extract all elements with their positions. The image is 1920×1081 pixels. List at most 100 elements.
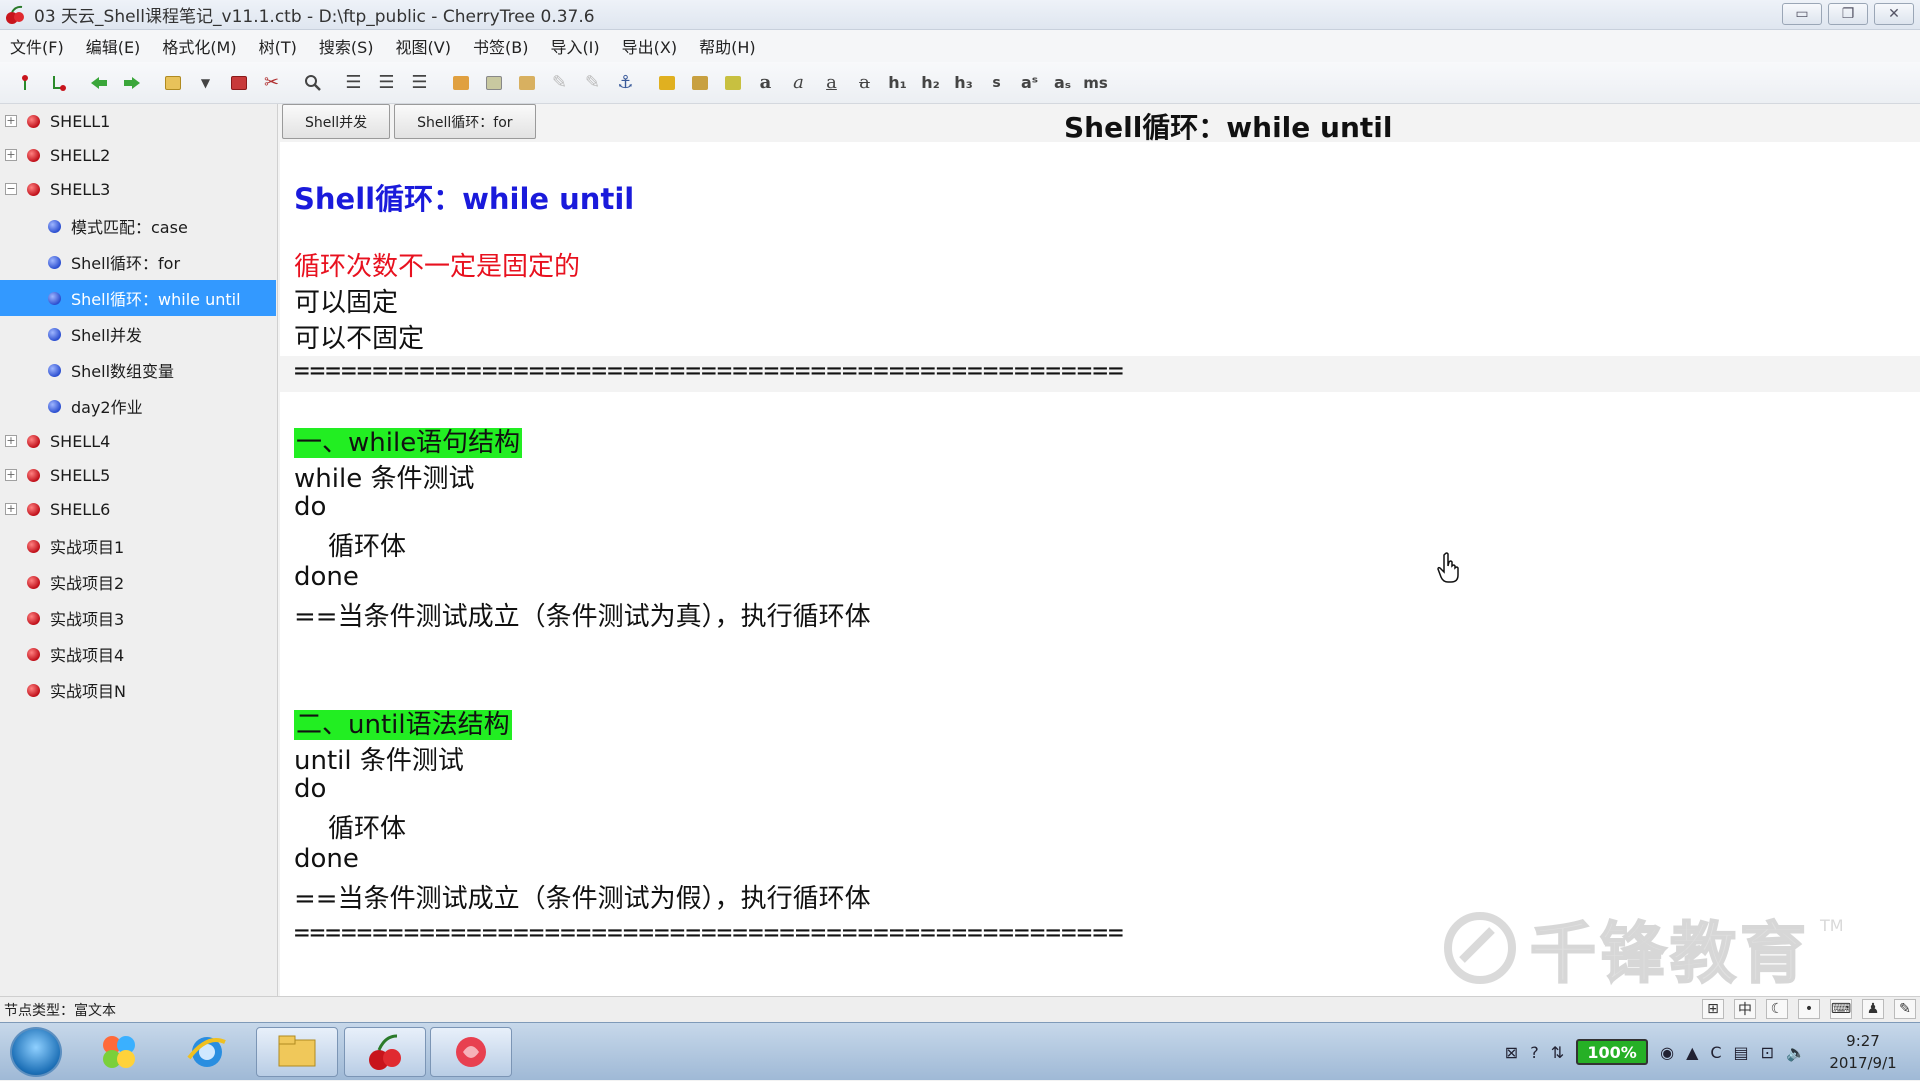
open-folder-icon[interactable]	[156, 67, 189, 99]
strikethrough-icon[interactable]: a	[848, 67, 881, 99]
tree-node-while-until[interactable]: Shell循环：while until	[0, 280, 276, 316]
expander[interactable]: −	[5, 183, 17, 195]
subscript-icon[interactable]: aₛ	[1046, 67, 1079, 99]
tray-volume-icon[interactable]: 🔈	[1786, 1043, 1806, 1062]
clock[interactable]: 9:27 2017/9/1	[1818, 1030, 1908, 1074]
tree-node-day2[interactable]: day2作业	[0, 388, 276, 424]
tree-node-concurrency[interactable]: Shell并发	[0, 316, 276, 352]
tree-node-shell1[interactable]: + SHELL1	[0, 104, 276, 138]
expander[interactable]: +	[5, 503, 17, 515]
tree-node-shell6[interactable]: + SHELL6	[0, 492, 276, 526]
menu-help[interactable]: 帮助(H)	[699, 34, 756, 58]
forward-arrow-icon[interactable]	[115, 67, 148, 99]
italic-icon[interactable]: a	[782, 67, 815, 99]
tree-node-case[interactable]: 模式匹配：case	[0, 208, 276, 244]
battery-indicator[interactable]: 100%	[1576, 1039, 1649, 1065]
ime-keyboard-icon[interactable]: ⌨	[1830, 999, 1852, 1019]
node-bullet-icon	[27, 611, 40, 625]
menu-import[interactable]: 导入(I)	[550, 34, 599, 58]
insert-image-icon[interactable]	[444, 67, 477, 99]
expander[interactable]: +	[5, 149, 17, 161]
ime-chinese-icon[interactable]: 中	[1734, 999, 1756, 1019]
tree-node-for[interactable]: Shell循环：for	[0, 244, 276, 280]
tray-input-icon[interactable]: ⊠	[1505, 1043, 1518, 1062]
menu-tree[interactable]: 树(T)	[259, 34, 297, 58]
node-bullet-icon	[27, 575, 40, 589]
tree-node-shell2[interactable]: + SHELL2	[0, 138, 276, 172]
tab-shell-concurrency[interactable]: Shell并发	[282, 104, 391, 139]
numbered-list-icon[interactable]: ☰	[370, 67, 403, 99]
menu-export[interactable]: 导出(X)	[622, 34, 677, 58]
ime-punct-icon[interactable]: •	[1798, 999, 1820, 1019]
background-color-icon[interactable]	[683, 67, 716, 99]
bulleted-list-icon[interactable]: ☰	[337, 67, 370, 99]
back-arrow-icon[interactable]	[82, 67, 115, 99]
tray-sync-icon[interactable]: ⇅	[1551, 1043, 1564, 1062]
add-subnode-icon[interactable]	[41, 67, 74, 99]
anchor-icon[interactable]: ⚓	[609, 67, 642, 99]
clear-format-icon[interactable]	[716, 67, 749, 99]
close-button[interactable]: ✕	[1874, 3, 1914, 25]
expander[interactable]: +	[5, 115, 17, 127]
taskbar-recorder-icon[interactable]	[430, 1027, 512, 1077]
tree-node-shell3[interactable]: − SHELL3	[0, 172, 276, 206]
expander[interactable]: +	[5, 435, 17, 447]
search-icon[interactable]	[296, 67, 329, 99]
tree-node-label: SHELL1	[50, 111, 111, 131]
tray-network-icon[interactable]: ⊡	[1761, 1043, 1774, 1062]
heading1-icon[interactable]: h₁	[881, 67, 914, 99]
ime-user-icon[interactable]: ♟	[1862, 999, 1884, 1019]
underline-icon[interactable]: a	[815, 67, 848, 99]
tab-shell-for[interactable]: Shell循环：for	[394, 104, 536, 139]
heading2-icon[interactable]: h₂	[914, 67, 947, 99]
todo-list-icon[interactable]: ☰	[403, 67, 436, 99]
taskbar-app-colorful-icon[interactable]	[78, 1027, 160, 1077]
start-button-icon[interactable]	[10, 1027, 62, 1077]
tray-expand-icon[interactable]: ▲	[1686, 1043, 1698, 1062]
small-text-icon[interactable]: s	[980, 67, 1013, 99]
tray-help-icon[interactable]: ?	[1530, 1043, 1539, 1062]
menu-view[interactable]: 视图(V)	[396, 34, 451, 58]
ime-mode-icon[interactable]: ⊞	[1702, 999, 1724, 1019]
edit-link-icon[interactable]: ✎	[576, 67, 609, 99]
tree-node-shell4[interactable]: + SHELL4	[0, 424, 276, 458]
content-line: 循环体	[328, 532, 407, 562]
bold-icon[interactable]: a	[749, 67, 782, 99]
tree-node-project3[interactable]: 实战项目3	[0, 600, 276, 636]
monospace-icon[interactable]: ms	[1079, 67, 1112, 99]
menu-search[interactable]: 搜索(S)	[319, 34, 374, 58]
dropdown-arrow-icon[interactable]: ▼	[189, 67, 222, 99]
insert-codebox-icon[interactable]	[510, 67, 543, 99]
tree-node-project2[interactable]: 实战项目2	[0, 564, 276, 600]
add-node-icon[interactable]	[8, 67, 41, 99]
tree-node-array[interactable]: Shell数组变量	[0, 352, 276, 388]
expander[interactable]: +	[5, 469, 17, 481]
text-color-icon[interactable]	[650, 67, 683, 99]
taskbar-ie-icon[interactable]	[166, 1027, 248, 1077]
tray-camera-icon[interactable]: ◉	[1660, 1043, 1674, 1062]
tree-node-project1[interactable]: 实战项目1	[0, 528, 276, 564]
cut-icon[interactable]: ✂	[255, 67, 288, 99]
tree-node-shell5[interactable]: + SHELL5	[0, 458, 276, 492]
taskbar-explorer-icon[interactable]	[256, 1027, 338, 1077]
tree-node-projectN[interactable]: 实战项目N	[0, 672, 276, 708]
menu-format[interactable]: 格式化(M)	[162, 34, 236, 58]
insert-table-icon[interactable]	[477, 67, 510, 99]
tray-c-icon[interactable]: C	[1710, 1043, 1721, 1062]
taskbar-cherrytree-icon[interactable]	[344, 1027, 426, 1077]
superscript-icon[interactable]: aˢ	[1013, 67, 1046, 99]
ime-moon-icon[interactable]: ☾	[1766, 999, 1788, 1019]
save-icon[interactable]	[222, 67, 255, 99]
rich-text-editor[interactable]: Shell循环：while until 循环次数不一定是固定的 可以固定 可以不…	[280, 142, 1920, 996]
tray-device-icon[interactable]: ▤	[1734, 1043, 1749, 1062]
menu-file[interactable]: 文件(F)	[10, 34, 64, 58]
menu-edit[interactable]: 编辑(E)	[86, 34, 141, 58]
insert-link-icon[interactable]: ✎	[543, 67, 576, 99]
restore-button[interactable]: ❐	[1828, 3, 1868, 25]
heading3-icon[interactable]: h₃	[947, 67, 980, 99]
menu-bookmarks[interactable]: 书签(B)	[473, 34, 528, 58]
minimize-button[interactable]: ▭	[1782, 3, 1822, 25]
tree-node-project4[interactable]: 实战项目4	[0, 636, 276, 672]
title-bar: 03 天云_Shell课程笔记_v11.1.ctb - D:\ftp_publi…	[0, 0, 1920, 30]
ime-settings-icon[interactable]: ✎	[1894, 999, 1916, 1019]
